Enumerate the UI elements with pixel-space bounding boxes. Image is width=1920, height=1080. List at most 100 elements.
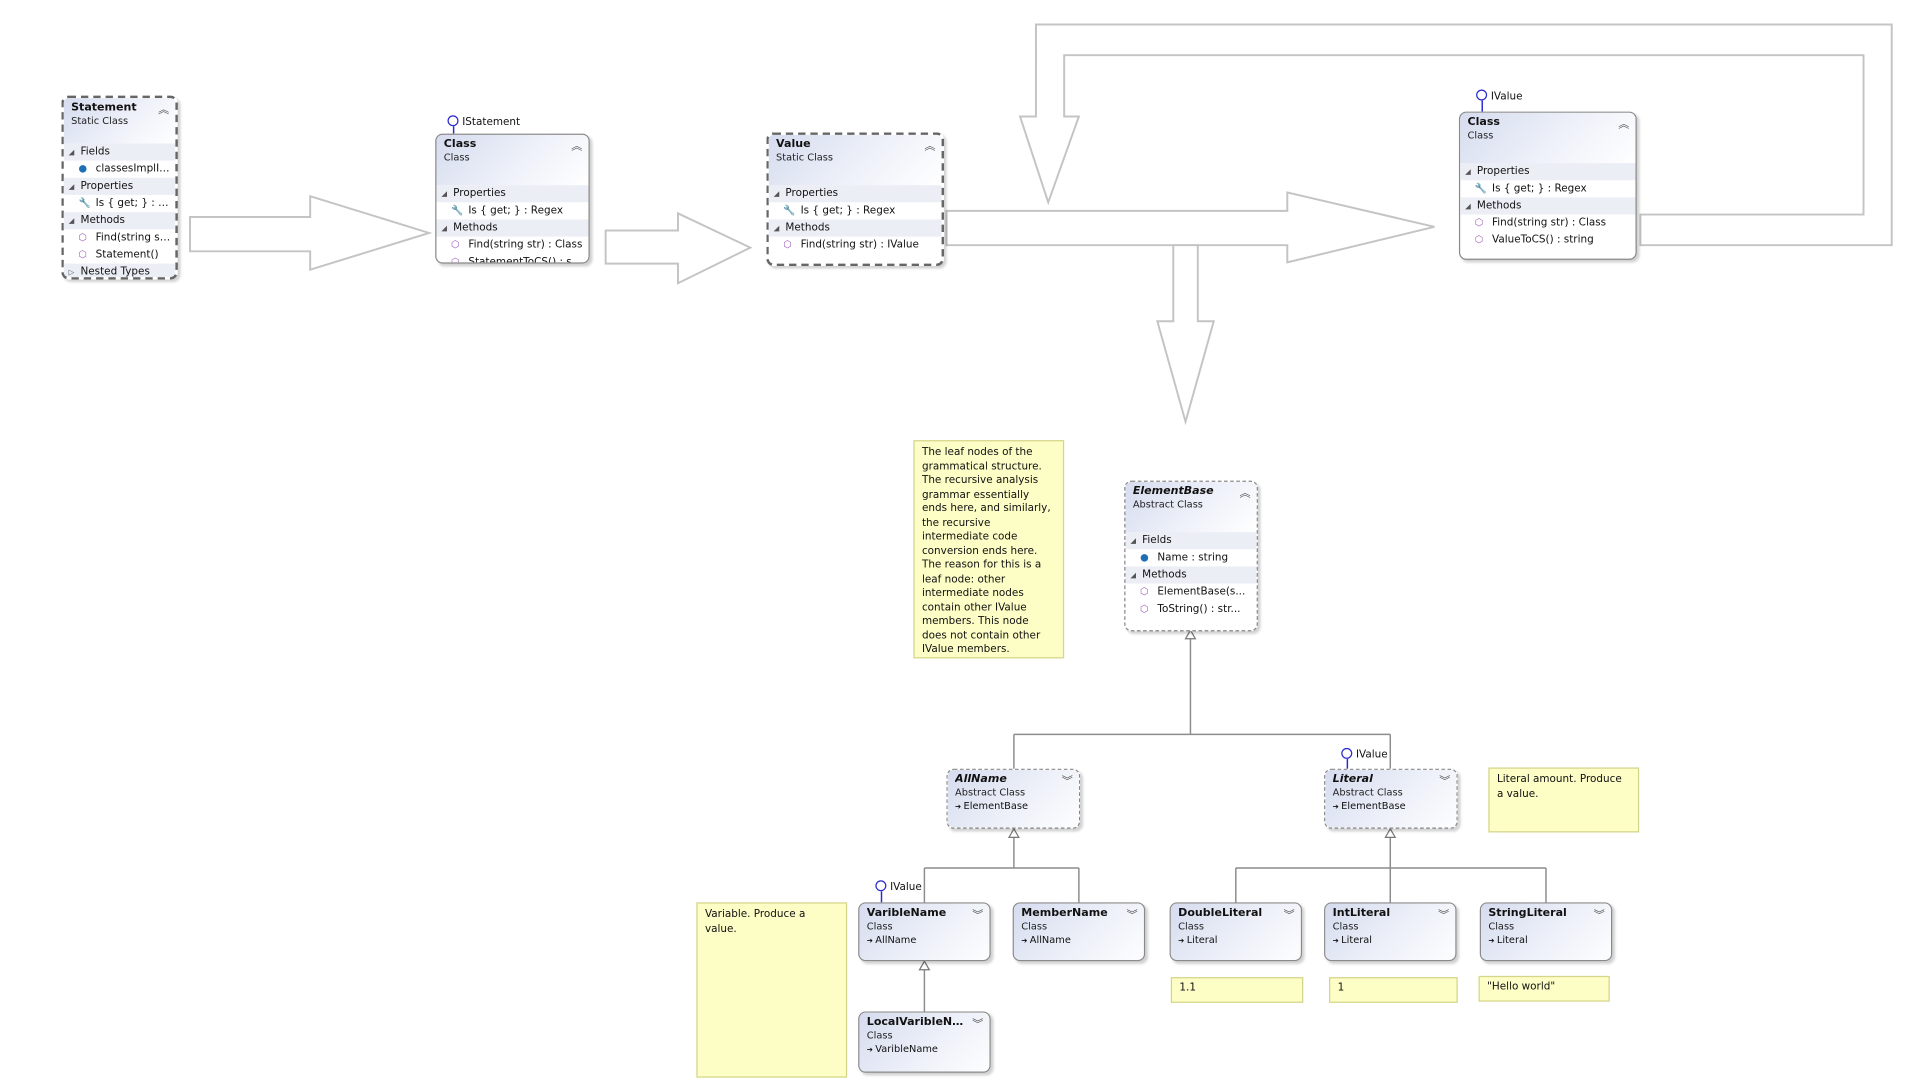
member-row[interactable]: ⬡ Find(string str) : Class: [436, 237, 588, 254]
interface-lollipop[interactable]: IValue: [1341, 747, 1388, 761]
section-properties[interactable]: ◢ Properties: [1460, 163, 1636, 181]
chevron-double-down-icon[interactable]: ︾: [972, 906, 983, 922]
class-box-stringliteral[interactable]: StringLiteral Class ➔ Literal ︾: [1479, 902, 1613, 962]
class-header[interactable]: StringLiteral Class ➔ Literal ︾: [1481, 903, 1611, 960]
chevron-double-up-icon[interactable]: ︽: [571, 137, 582, 153]
class-stereotype: Class: [866, 920, 893, 932]
member-row[interactable]: 🔧 Is { get; } : Regex: [436, 202, 588, 219]
collapse-triangle-icon[interactable]: ◢: [69, 148, 75, 157]
chevron-double-down-icon[interactable]: ︾: [972, 1015, 983, 1031]
section-nested-types[interactable]: ▷ Nested Types: [63, 263, 176, 278]
class-header[interactable]: DoubleLiteral Class ➔ Literal ︾: [1170, 903, 1301, 960]
member-row[interactable]: ⬡ StatementToCS() : stri...: [436, 254, 588, 262]
class-stereotype: Abstract Class: [1132, 498, 1203, 511]
comment-leaf-note[interactable]: The leaf nodes of the grammatical struct…: [913, 440, 1065, 659]
chevron-double-down-icon[interactable]: ︾: [1127, 906, 1138, 922]
member-row[interactable]: ⬡ ToString() : str...: [1125, 601, 1256, 618]
member-row[interactable]: ⬡ Find(string str) : IValue: [769, 237, 942, 254]
collapse-triangle-icon[interactable]: ◢: [441, 190, 447, 199]
member-row[interactable]: ⬡ ElementBase(s...: [1125, 584, 1256, 601]
member-row[interactable]: 🔧 Is { get; } : Reg...: [64, 195, 175, 212]
section-properties[interactable]: ◢ Properties: [63, 177, 176, 195]
section-fields[interactable]: ◢ Fields: [63, 143, 176, 161]
collapse-triangle-icon[interactable]: ◢: [69, 217, 75, 226]
comment-string-note[interactable]: "Hello world": [1478, 975, 1610, 1002]
class-diagram-canvas[interactable]: Statement Static Class ︽ ◢ Fields ● classesImp…: [0, 0, 1920, 1080]
chevron-double-down-icon[interactable]: ︾: [1284, 906, 1295, 922]
member-row[interactable]: 🔧 Is { get; } : Regex: [1460, 180, 1635, 197]
base-class-name: Literal: [1186, 934, 1218, 946]
class-box-variblename[interactable]: VaribleName Class ➔ AllName ︾: [858, 902, 991, 962]
collapse-triangle-icon[interactable]: ◢: [69, 183, 75, 192]
comment-int-note[interactable]: 1: [1328, 977, 1458, 1003]
field-private-icon: ●: [78, 163, 88, 175]
class-box-class-ivalue[interactable]: Class Class ︽ ◢ Properties 🔧 Is { get; } : Reg…: [1458, 111, 1637, 260]
class-name: LocalVaribleNa...: [866, 1016, 973, 1029]
collapse-triangle-icon[interactable]: ◢: [774, 190, 780, 199]
chevron-double-down-icon[interactable]: ︾: [1594, 906, 1605, 922]
class-header[interactable]: LocalVaribleNa... Class ➔ VaribleName ︾: [859, 1012, 990, 1072]
collapse-triangle-icon[interactable]: ◢: [1130, 537, 1136, 546]
property-wrench-icon: 🔧: [78, 197, 91, 209]
member-row[interactable]: ⬡ ValueToCS() : string: [1460, 232, 1635, 249]
section-methods[interactable]: ◢ Methods: [768, 219, 942, 237]
class-box-localvariblename[interactable]: LocalVaribleNa... Class ➔ VaribleName ︾: [858, 1011, 991, 1073]
member-text: Find(string str) : Class: [468, 239, 583, 252]
comment-literal-note[interactable]: Literal amount. Produce a value.: [1488, 767, 1640, 833]
interface-lollipop[interactable]: IStatement: [447, 115, 520, 129]
collapse-triangle-icon[interactable]: ◢: [1130, 571, 1136, 580]
comment-variable-note[interactable]: Variable. Produce a value.: [696, 902, 848, 1078]
section-methods[interactable]: ◢ Methods: [1125, 566, 1257, 584]
class-header[interactable]: Literal Abstract Class ➔ ElementBase ︾: [1325, 769, 1457, 828]
class-header[interactable]: VaribleName Class ➔ AllName ︾: [859, 903, 990, 960]
member-row[interactable]: 🔧 Is { get; } : Regex: [769, 202, 942, 219]
class-name: Literal: [1332, 773, 1373, 786]
expand-triangle-icon[interactable]: ▷: [69, 268, 75, 277]
chevron-double-up-icon[interactable]: ︽: [924, 137, 935, 153]
class-box-value[interactable]: Value Static Class ︽ ◢ Properties 🔧 Is { get; …: [766, 132, 945, 267]
chevron-double-down-icon[interactable]: ︾: [1439, 772, 1450, 788]
section-methods[interactable]: ◢ Methods: [1460, 197, 1636, 215]
class-header[interactable]: Statement Static Class ︽: [63, 98, 176, 144]
member-row[interactable]: ● Name : string: [1125, 549, 1256, 566]
class-header[interactable]: Class Class ︽: [436, 134, 589, 186]
section-methods[interactable]: ◢ Methods: [436, 219, 589, 237]
collapse-triangle-icon[interactable]: ◢: [1465, 168, 1471, 177]
inherits-arrow-icon: ➔: [1488, 936, 1497, 946]
class-box-elementbase[interactable]: ElementBase Abstract Class ︽ ◢ Fields ● Name :…: [1124, 480, 1258, 632]
class-header[interactable]: Value Static Class ︽: [768, 134, 942, 186]
chevron-double-down-icon[interactable]: ︾: [1438, 906, 1449, 922]
comment-double-note[interactable]: 1.1: [1170, 977, 1304, 1003]
collapse-triangle-icon[interactable]: ◢: [441, 224, 447, 233]
section-properties[interactable]: ◢ Properties: [768, 185, 942, 203]
class-box-statement[interactable]: Statement Static Class ︽ ◢ Fields ● classesImp…: [61, 95, 178, 280]
class-box-allname[interactable]: AllName Abstract Class ➔ ElementBase ︾: [946, 768, 1081, 829]
collapse-triangle-icon[interactable]: ◢: [774, 224, 780, 233]
class-box-class-istatement[interactable]: Class Class ︽ ◢ Properties 🔧 Is { get; } : Reg…: [435, 133, 590, 264]
interface-lollipop[interactable]: IValue: [875, 880, 922, 894]
chevron-double-up-icon[interactable]: ︽: [158, 101, 169, 116]
chevron-double-up-icon[interactable]: ︽: [1618, 115, 1629, 131]
method-icon: ⬡: [1140, 603, 1149, 615]
class-header[interactable]: IntLiteral Class ➔ Literal ︾: [1325, 903, 1456, 960]
collapse-triangle-icon[interactable]: ◢: [1465, 202, 1471, 211]
class-header[interactable]: MemberName Class ➔ AllName ︾: [1013, 903, 1144, 960]
member-row[interactable]: ⬡ Find(string str...: [64, 229, 175, 246]
class-box-membername[interactable]: MemberName Class ➔ AllName ︾: [1012, 902, 1146, 962]
class-box-intliteral[interactable]: IntLiteral Class ➔ Literal ︾: [1324, 902, 1457, 962]
class-box-literal[interactable]: Literal Abstract Class ➔ ElementBase ︾: [1324, 768, 1458, 829]
section-properties[interactable]: ◢ Properties: [436, 185, 589, 203]
section-methods[interactable]: ◢ Methods: [63, 212, 176, 230]
base-class-name: AllName: [875, 934, 917, 946]
chevron-double-up-icon[interactable]: ︽: [1239, 484, 1250, 500]
member-row[interactable]: ⬡ Statement(): [64, 246, 176, 263]
interface-lollipop[interactable]: IValue: [1476, 89, 1523, 103]
class-header[interactable]: Class Class ︽: [1460, 112, 1636, 164]
class-header[interactable]: ElementBase Abstract Class ︽: [1125, 481, 1257, 533]
chevron-double-down-icon[interactable]: ︾: [1062, 772, 1073, 788]
member-row[interactable]: ● classesImplISt...: [64, 161, 175, 178]
section-fields[interactable]: ◢ Fields: [1125, 532, 1257, 550]
member-row[interactable]: ⬡ Find(string str) : Class: [1460, 215, 1635, 232]
class-header[interactable]: AllName Abstract Class ➔ ElementBase ︾: [947, 769, 1079, 828]
class-box-doubleliteral[interactable]: DoubleLiteral Class ➔ Literal ︾: [1169, 902, 1303, 962]
